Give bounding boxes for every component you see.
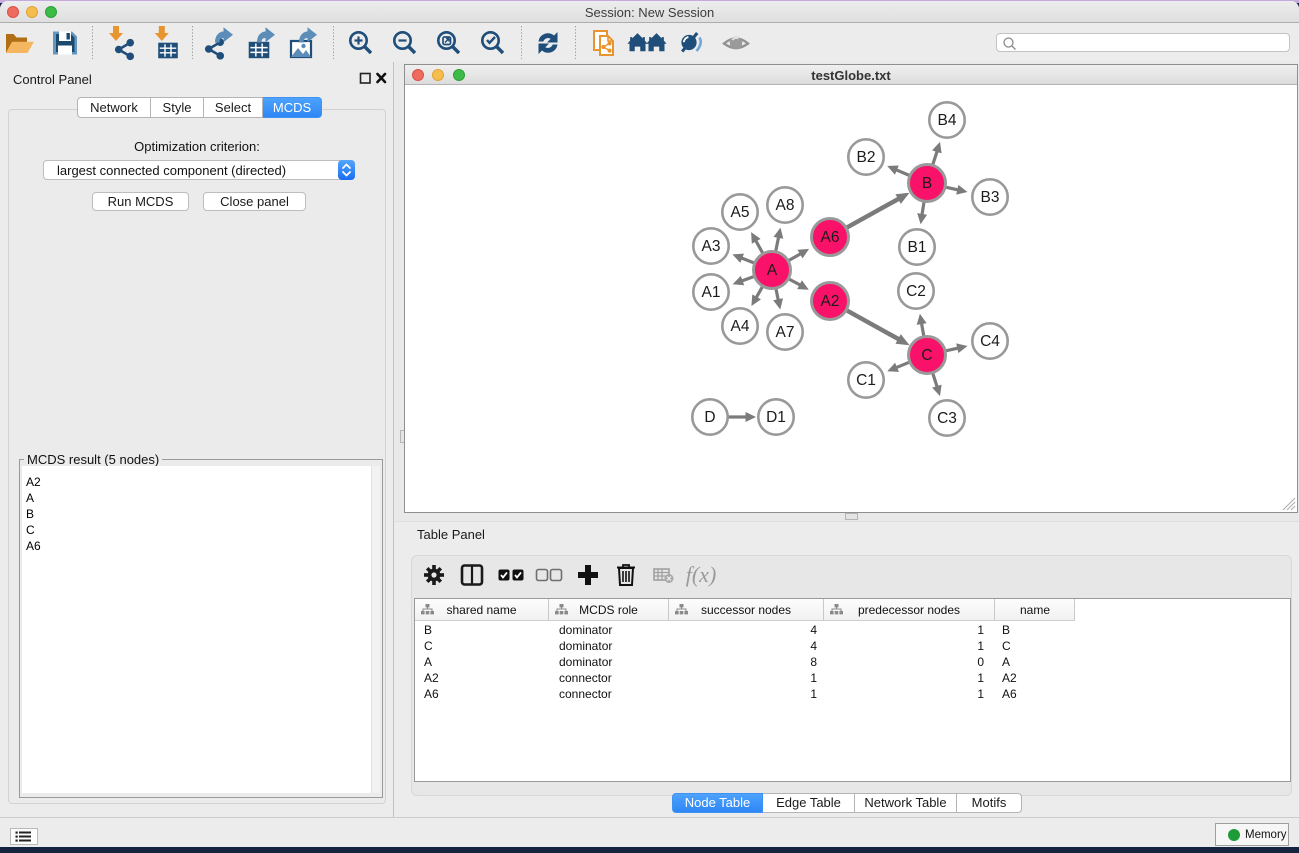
- svg-text:B4: B4: [938, 112, 957, 129]
- svg-text:A: A: [767, 262, 778, 279]
- svg-text:B1: B1: [908, 239, 927, 256]
- svg-text:B3: B3: [981, 189, 1000, 206]
- svg-text:A1: A1: [702, 284, 721, 301]
- svg-text:D1: D1: [766, 409, 786, 426]
- svg-text:A8: A8: [776, 197, 795, 214]
- svg-text:C1: C1: [856, 372, 876, 389]
- svg-text:A3: A3: [702, 238, 721, 255]
- svg-text:A4: A4: [731, 318, 750, 335]
- svg-text:B2: B2: [857, 149, 876, 166]
- svg-text:C3: C3: [937, 410, 957, 427]
- svg-text:A6: A6: [821, 229, 840, 246]
- svg-text:C2: C2: [906, 283, 926, 300]
- svg-text:A2: A2: [821, 293, 840, 310]
- svg-text:C: C: [921, 347, 932, 364]
- svg-text:A7: A7: [776, 324, 795, 341]
- svg-text:B: B: [922, 175, 932, 192]
- svg-text:D: D: [704, 409, 715, 426]
- svg-text:f(x): f(x): [686, 562, 717, 587]
- svg-text:A5: A5: [731, 204, 750, 221]
- svg-text:C4: C4: [980, 333, 1000, 350]
